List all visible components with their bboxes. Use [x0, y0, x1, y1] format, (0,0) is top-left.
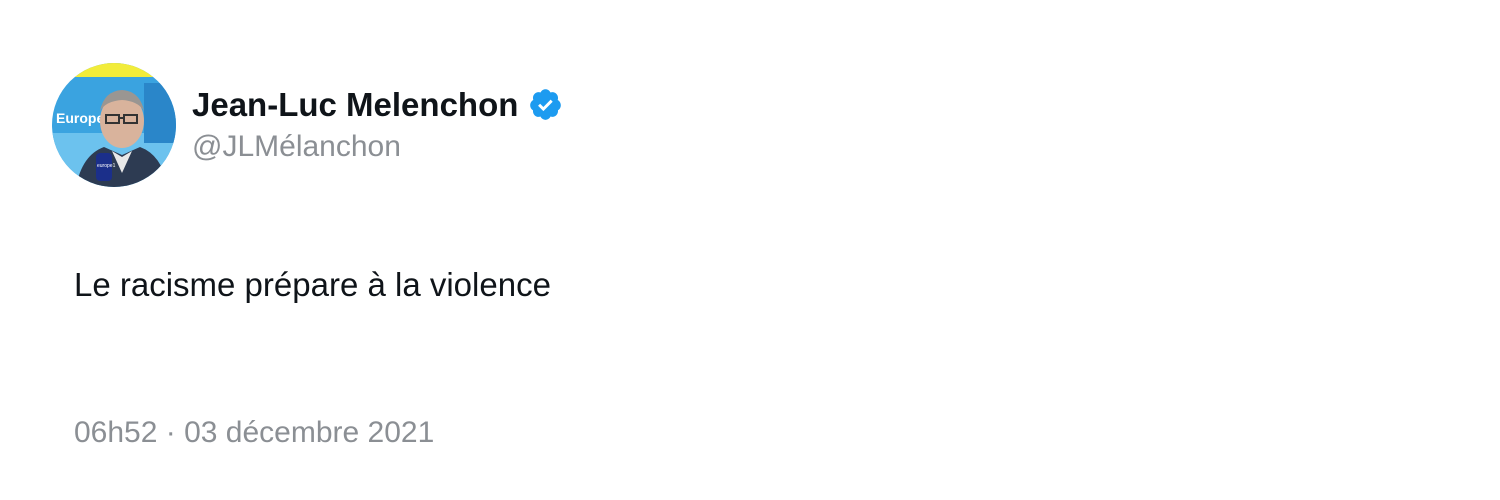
author-handle[interactable]: @JLMélanchon: [192, 128, 563, 166]
name-row: Jean-Luc Melenchon: [192, 85, 563, 125]
tweet-header: Europe1 europe1 Jean-Luc Melenchon @JLMé…: [52, 63, 563, 187]
author-display-name[interactable]: Jean-Luc Melenchon: [192, 85, 518, 125]
tweet-card: Europe1 europe1 Jean-Luc Melenchon @JLMé…: [0, 0, 1500, 500]
avatar-image: Europe1 europe1: [52, 63, 176, 187]
verified-badge-icon: [528, 87, 563, 122]
author-identity: Jean-Luc Melenchon @JLMélanchon: [192, 85, 563, 166]
tweet-timestamp[interactable]: 06h52 · 03 décembre 2021: [74, 414, 434, 452]
tweet-text: Le racisme prépare à la violence: [74, 266, 551, 303]
svg-text:europe1: europe1: [97, 163, 116, 169]
avatar[interactable]: Europe1 europe1: [52, 63, 176, 187]
